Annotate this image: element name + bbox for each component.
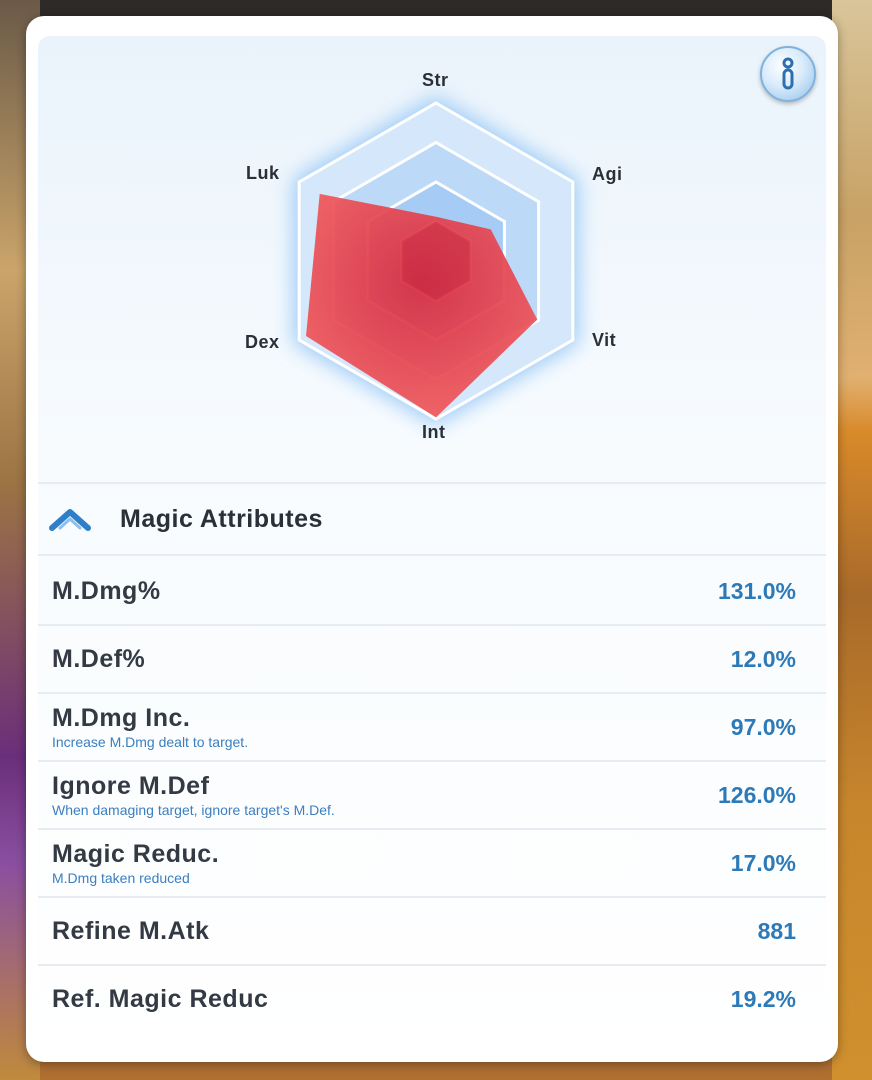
radar-chart: Str Agi Vit Int Dex Luk bbox=[26, 16, 838, 476]
axis-label-vit: Vit bbox=[592, 330, 617, 350]
attribute-row-magic-reduc: Magic Reduc. M.Dmg taken reduced 17.0% bbox=[38, 830, 826, 898]
attribute-list: M.Dmg% 131.0% M.Def% 12.0% M.Dmg Inc. In… bbox=[38, 558, 826, 1032]
attribute-value: 17.0% bbox=[730, 849, 796, 876]
attribute-row-mdmg: M.Dmg% 131.0% bbox=[38, 558, 826, 626]
attribute-value: 131.0% bbox=[717, 577, 796, 604]
attribute-row-mdef: M.Def% 12.0% bbox=[38, 626, 826, 694]
attribute-name: Ref. Magic Reduc bbox=[52, 985, 269, 1013]
attribute-name: M.Dmg Inc. bbox=[52, 704, 191, 732]
section-title: Magic Attributes bbox=[120, 504, 323, 533]
attribute-description: Increase M.Dmg dealt to target. bbox=[52, 734, 249, 750]
axis-label-int: Int bbox=[422, 422, 446, 442]
attribute-row-refine-matk: Refine M.Atk 881 bbox=[38, 898, 826, 966]
attribute-row-mdmg-inc: M.Dmg Inc. Increase M.Dmg dealt to targe… bbox=[38, 694, 826, 762]
attribute-name: Refine M.Atk bbox=[52, 917, 210, 945]
axis-label-dex: Dex bbox=[245, 332, 280, 352]
attribute-description: M.Dmg taken reduced bbox=[52, 870, 190, 886]
attribute-value: 19.2% bbox=[730, 985, 796, 1012]
attribute-value: 126.0% bbox=[717, 781, 796, 808]
attribute-name: M.Def% bbox=[52, 645, 146, 673]
axis-label-luk: Luk bbox=[246, 163, 280, 183]
axis-label-agi: Agi bbox=[592, 164, 623, 184]
axis-label-str: Str bbox=[422, 70, 449, 90]
chevron-up-icon bbox=[49, 509, 91, 531]
attribute-name: M.Dmg% bbox=[52, 577, 161, 605]
attributes-panel: Str Agi Vit Int Dex Luk Magic Attributes… bbox=[26, 16, 838, 1062]
magic-attributes-header[interactable]: Magic Attributes bbox=[38, 482, 826, 556]
attribute-description: When damaging target, ignore target's M.… bbox=[52, 802, 335, 818]
attribute-value: 881 bbox=[757, 917, 796, 944]
attribute-name: Magic Reduc. bbox=[52, 840, 220, 868]
attribute-row-ignore-mdef: Ignore M.Def When damaging target, ignor… bbox=[38, 762, 826, 830]
attribute-value: 12.0% bbox=[730, 645, 796, 672]
attribute-row-ref-magic-reduc: Ref. Magic Reduc 19.2% bbox=[38, 966, 826, 1032]
attribute-value: 97.0% bbox=[730, 713, 796, 740]
background-scene-right bbox=[832, 0, 872, 1080]
attribute-name: Ignore M.Def bbox=[52, 772, 210, 800]
